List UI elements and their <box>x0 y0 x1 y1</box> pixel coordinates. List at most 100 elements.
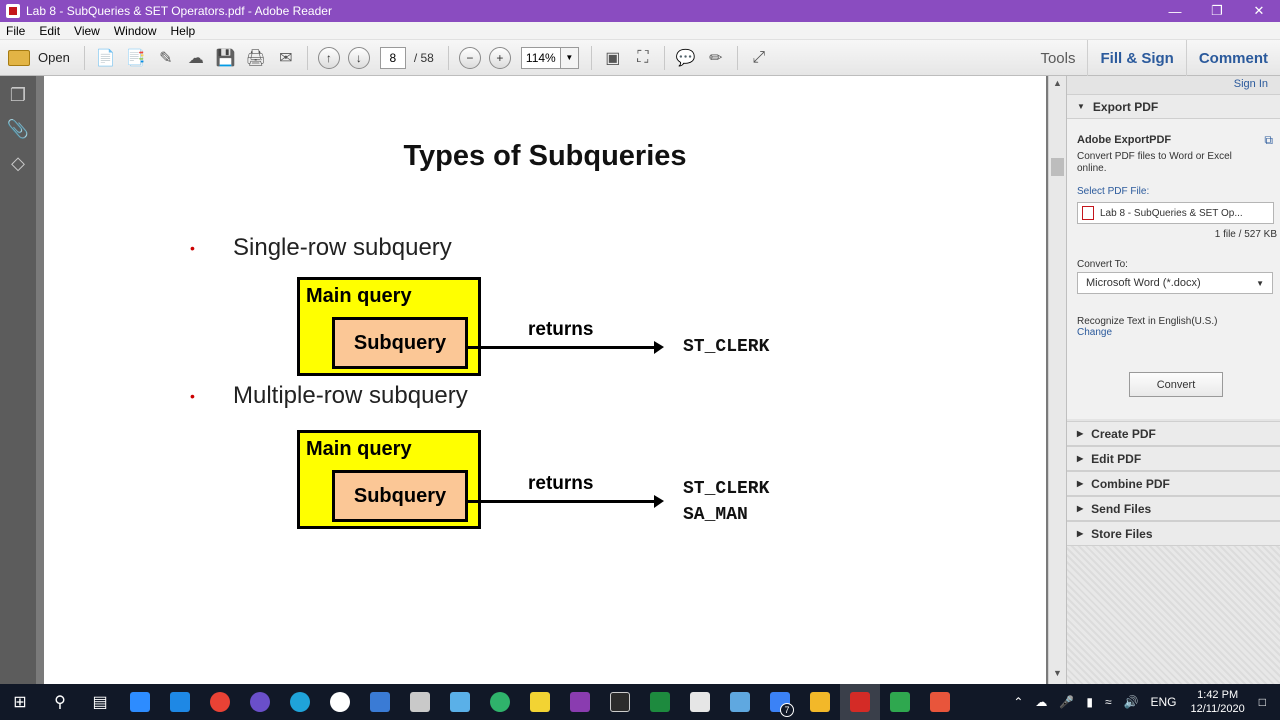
notifications-icon[interactable]: □ <box>1259 695 1266 709</box>
minimize-button[interactable]: — <box>1154 0 1196 22</box>
menu-help[interactable]: Help <box>171 24 196 38</box>
triangle-right-icon: ▶ <box>1077 429 1084 438</box>
page-up-icon[interactable]: ↑ <box>317 46 340 69</box>
task-view-icon[interactable]: ▤ <box>80 684 120 720</box>
highlight-icon[interactable]: ✏ <box>704 46 728 70</box>
edge-icon[interactable] <box>280 684 320 720</box>
page-down-icon[interactable]: ↓ <box>347 46 370 69</box>
send-files-header[interactable]: ▶ Send Files <box>1067 496 1280 521</box>
chevron-down-icon: ▼ <box>1256 279 1264 288</box>
close-button[interactable]: ✕ <box>1238 0 1280 22</box>
app-icon[interactable] <box>320 684 360 720</box>
zoom-app-icon[interactable] <box>120 684 160 720</box>
change-link[interactable]: Change <box>1077 327 1112 338</box>
presentation-icon[interactable] <box>680 684 720 720</box>
result-value: ST_CLERK <box>683 337 770 357</box>
export-pdf-header[interactable]: ▼ Export PDF <box>1067 94 1280 119</box>
zoom-level[interactable]: 114% <box>520 46 561 69</box>
store-files-header[interactable]: ▶ Store Files <box>1067 521 1280 546</box>
combine-pdf-header[interactable]: ▶ Combine PDF <box>1067 471 1280 496</box>
sign-in-link[interactable]: Sign In <box>1234 78 1268 90</box>
clock-time: 1:42 PM <box>1197 689 1239 701</box>
attachments-icon[interactable]: 📎 <box>7 118 29 140</box>
menu-view[interactable]: View <box>74 24 100 38</box>
sticky-notes-icon[interactable] <box>520 684 560 720</box>
chrome-icon[interactable] <box>200 684 240 720</box>
chevron-up-icon[interactable]: ⌃ <box>1013 695 1023 709</box>
restore-button[interactable]: ❐ <box>1196 0 1238 22</box>
maps-icon[interactable] <box>480 684 520 720</box>
volume-icon[interactable]: 🔊 <box>1124 695 1139 709</box>
clock[interactable]: 1:42 PM 12/11/2020 <box>1191 688 1245 716</box>
zoom-in-icon[interactable]: + <box>488 46 511 69</box>
cloud-upload-icon[interactable]: ☁ <box>184 46 208 70</box>
zoom-out-icon[interactable]: − <box>458 46 481 69</box>
fit-page-icon[interactable]: ▣ <box>601 46 625 70</box>
scroll-down-icon[interactable]: ▼ <box>1053 668 1062 678</box>
subquery-box: Subquery <box>332 317 468 369</box>
create-pdf-header[interactable]: ▶ Create PDF <box>1067 421 1280 446</box>
taskbar: ⊞ ⚲ ▤ 7 ⌃ ☁ 🎤 ▮ ≈ 🔊 ENG 1:42 PM 12/11/20… <box>0 684 1280 720</box>
title-bar: Lab 8 - SubQueries & SET Operators.pdf -… <box>0 0 1280 22</box>
wifi-icon[interactable]: ≈ <box>1105 695 1112 709</box>
slide-title: Types of Subqueries <box>403 140 687 172</box>
convert-to-select[interactable]: Microsoft Word (*.docx) ▼ <box>1077 272 1273 294</box>
layers-icon[interactable]: ◇ <box>7 152 29 174</box>
menu-edit[interactable]: Edit <box>39 24 60 38</box>
box-app-icon[interactable] <box>440 684 480 720</box>
send-files-label: Send Files <box>1091 501 1152 516</box>
create-pdf-icon[interactable]: 📄 <box>94 46 118 70</box>
scroll-up-icon[interactable]: ▲ <box>1053 78 1062 88</box>
zoom-select[interactable]: 114% ▼ <box>520 46 579 69</box>
store-files-label: Store Files <box>1091 526 1153 541</box>
tab-tools[interactable]: Tools <box>1028 40 1087 76</box>
vscode-icon[interactable] <box>160 684 200 720</box>
camtasia-icon[interactable] <box>880 684 920 720</box>
save-icon[interactable]: 💾 <box>214 46 238 70</box>
adobe-reader-taskbar-icon[interactable] <box>840 684 880 720</box>
menu-file[interactable]: File <box>6 24 25 38</box>
pycharm-icon[interactable] <box>640 684 680 720</box>
todo-icon[interactable]: 7 <box>760 684 800 720</box>
recorder-icon[interactable] <box>920 684 960 720</box>
file-explorer-icon[interactable] <box>800 684 840 720</box>
scroll-thumb[interactable] <box>1051 158 1064 176</box>
page-number-input[interactable]: 8 <box>379 46 406 69</box>
full-screen-icon[interactable]: ⤢ <box>747 46 771 70</box>
microphone-icon[interactable]: 🎤 <box>1059 695 1074 709</box>
combine-icon[interactable]: 📑 <box>124 46 148 70</box>
page-thumbnails-icon[interactable]: ❐ <box>7 84 29 106</box>
firefox-icon[interactable] <box>240 684 280 720</box>
toolbar-divider <box>447 45 449 70</box>
search-icon[interactable]: ⚲ <box>40 684 80 720</box>
selected-file-field[interactable]: Lab 8 - SubQueries & SET Op... <box>1077 202 1274 224</box>
battery-icon[interactable]: ▮ <box>1086 695 1093 709</box>
main-query-box: Main query Subquery <box>297 430 481 529</box>
windows-start-icon[interactable]: ⊞ <box>0 684 40 720</box>
edit-icon[interactable]: ✎ <box>154 46 178 70</box>
triangle-right-icon: ▶ <box>1077 504 1084 513</box>
open-button[interactable]: Open <box>8 49 70 66</box>
language-indicator[interactable]: ENG <box>1150 695 1176 709</box>
fit-width-icon[interactable]: ⛶ <box>631 46 655 70</box>
screenshot-icon[interactable] <box>720 684 760 720</box>
export-settings-icon[interactable]: ⧉ <box>1264 133 1273 148</box>
chevron-down-icon[interactable]: ▼ <box>560 46 579 69</box>
comment-icon[interactable]: 💬 <box>674 46 698 70</box>
tab-fill-sign[interactable]: Fill & Sign <box>1087 40 1185 76</box>
mail-icon[interactable] <box>360 684 400 720</box>
vertical-scrollbar[interactable]: ▲ ▼ <box>1048 76 1066 684</box>
edit-pdf-header[interactable]: ▶ Edit PDF <box>1067 446 1280 471</box>
terminal-icon[interactable] <box>600 684 640 720</box>
onenote-icon[interactable] <box>560 684 600 720</box>
export-description: Convert PDF files to Word or Excel onlin… <box>1077 151 1232 174</box>
cloud-icon[interactable]: ☁ <box>1035 695 1047 709</box>
toolbar: Open 📄 📑 ✎ ☁ 💾 🖨 ✉ ↑ ↓ 8 / 58 − + 114% ▼… <box>0 40 1280 76</box>
email-icon[interactable]: ✉ <box>274 46 298 70</box>
paint-icon[interactable] <box>400 684 440 720</box>
tab-comment[interactable]: Comment <box>1185 40 1280 76</box>
menu-window[interactable]: Window <box>114 24 157 38</box>
convert-button[interactable]: Convert <box>1129 372 1223 397</box>
print-icon[interactable]: 🖨 <box>244 46 268 70</box>
edit-pdf-label: Edit PDF <box>1091 451 1142 466</box>
